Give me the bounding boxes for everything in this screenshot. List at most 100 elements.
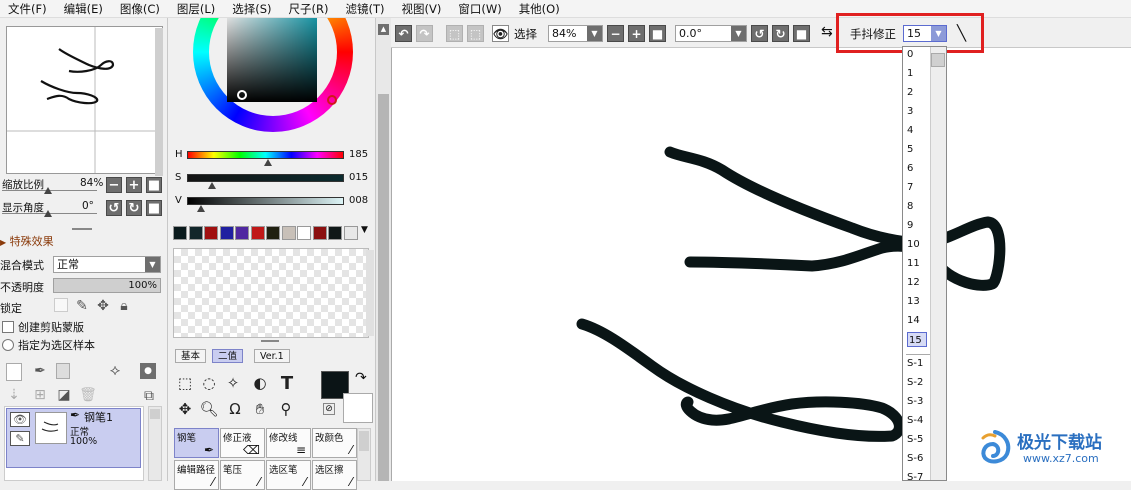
menu-edit[interactable]: 编辑(E) [56,0,112,18]
eye-icon[interactable]: 👁︎ [10,412,30,427]
layer-item-pen1[interactable]: 👁︎ ✎ ✒ 钢笔1 正常 100% [6,408,141,468]
color-swatch[interactable] [312,226,327,240]
stabilizer-list-scroll-thumb[interactable] [931,53,945,67]
color-swatch[interactable] [235,226,249,240]
stabilizer-option[interactable]: 13 [907,294,927,309]
color-swatch[interactable] [266,226,280,240]
zoom-out-button[interactable]: − [106,177,122,193]
transparent-color-icon[interactable]: ⊘ [323,403,335,415]
toolbar-rotate-reset-button[interactable]: ■ [793,25,810,42]
stabilizer-option[interactable]: S-5 [907,432,927,447]
stabilizer-option[interactable]: 12 [907,275,927,290]
color-swatch[interactable] [219,226,234,240]
stabilizer-option[interactable]: S-7 [907,470,927,485]
hand-tool-icon[interactable]: ✋︎ [249,398,271,420]
menu-image[interactable]: 图像(C) [112,0,169,18]
clear-layer-icon[interactable]: ◪ [56,387,72,403]
rotate-right-button[interactable]: ↻ [126,200,142,216]
delete-layer-icon[interactable]: 🗑︎ [79,387,97,403]
brush-scroll-thumb[interactable] [359,431,369,451]
color-swatch[interactable] [204,226,218,240]
deselect-button[interactable]: ⬚ [446,25,463,42]
brush-item[interactable]: 选区笔 ⁄ [266,460,311,490]
text-tool-icon[interactable]: T [276,372,298,394]
new-pen-layer-icon[interactable]: ✒ [32,362,48,380]
color-swatch[interactable] [281,226,296,240]
panel-splitter[interactable] [72,228,92,230]
stabilizer-option[interactable]: 4 [907,123,927,138]
stabilizer-option[interactable]: 10 [907,237,927,252]
panel-splitter[interactable] [261,340,279,342]
lock-all-icon[interactable]: 🔒︎ [116,298,132,314]
stabilizer-option[interactable]: 3 [907,104,927,119]
stabilizer-dropdown-list[interactable]: 0 1 2 3 4 5 6 7 8 9 10 11 12 13 14 15 S-1 S-2 S-3 S-4 S-5 S-6… [902,46,947,483]
lock-transparency-icon[interactable] [54,298,68,312]
brush-item[interactable]: 编辑路径 ⁄ [174,460,219,490]
menu-ruler[interactable]: 尺子(R) [281,0,338,18]
sv-cursor[interactable] [237,90,247,100]
redo-button[interactable]: ↷ [416,25,433,42]
zoom-tool-icon[interactable]: 🔍︎ [198,398,220,420]
menu-select[interactable]: 选择(S) [224,0,280,18]
stabilizer-option[interactable]: 8 [907,199,927,214]
color-swatch[interactable] [188,226,203,240]
lasso-icon[interactable]: ◌ [198,372,220,394]
menu-file[interactable]: 文件(F) [0,0,56,18]
effects-title[interactable]: 特殊效果 [10,235,54,248]
zoom-slider-handle[interactable] [44,187,52,194]
tab-binary[interactable]: 二值 [212,349,244,363]
stabilizer-option[interactable]: S-1 [907,356,927,371]
brush-item[interactable]: 钢笔 ✒ [174,428,219,458]
move-icon[interactable]: ✥ [174,398,196,420]
stabilizer-option[interactable]: 9 [907,218,927,233]
stabilizer-option[interactable]: S-3 [907,394,927,409]
rotate-select[interactable]: 0.0° ▼ [675,25,747,42]
brush-item[interactable]: 改颜色 ⁄ [312,428,357,458]
flip-horizontal-icon[interactable]: ⇆ [821,24,833,40]
magic-wand-icon[interactable]: ✧ [222,372,244,394]
rotate-left-button[interactable]: ↺ [106,200,122,216]
merge-down-icon[interactable]: ⊞ [32,387,48,403]
chevron-up-icon[interactable]: ▲ [378,24,389,35]
scratch-pad-scrollbar[interactable] [366,250,374,336]
shape-fill-icon[interactable]: ◐ [249,372,271,394]
scratch-pad[interactable] [173,248,369,338]
undo-button[interactable]: ↶ [395,25,412,42]
toolbar-zoom-out-button[interactable]: − [607,25,624,42]
canvas[interactable] [391,48,1131,481]
stabilizer-option[interactable]: S-6 [907,451,927,466]
menu-other[interactable]: 其他(O) [511,0,569,18]
expand-arrow-icon[interactable]: ▶ [0,238,6,247]
new-layer-icon[interactable] [6,363,22,381]
swap-colors-icon[interactable]: ↷ [355,370,367,386]
color-swatch[interactable] [297,226,311,240]
rect-select-icon[interactable]: ⬚ [174,372,196,394]
toolbar-zoom-reset-button[interactable]: ■ [649,25,666,42]
stabilizer-option[interactable]: 0 [907,47,927,62]
menu-view[interactable]: 视图(V) [394,0,451,18]
zoom-in-button[interactable]: + [126,177,142,193]
stabilizer-list-scrollbar[interactable] [930,47,946,480]
stabilizer-option[interactable]: 5 [907,142,927,157]
zoom-reset-button[interactable]: ■ [146,177,162,193]
stabilizer-option[interactable]: 14 [907,313,927,328]
color-swatch[interactable] [328,226,342,240]
rotate-tool-icon[interactable]: Ω [224,398,246,420]
brush-item[interactable]: 笔压 ⁄ [220,460,265,490]
color-swatch[interactable] [343,226,358,240]
pencil-icon[interactable]: ✎ [10,431,30,446]
transfer-down-icon[interactable]: ⇣ [6,387,22,403]
tab-basic[interactable]: 基本 [175,349,207,363]
rotate-reset-button[interactable]: ■ [146,200,162,216]
stabilizer-option[interactable]: S-4 [907,413,927,428]
angle-slider-handle[interactable] [44,210,52,217]
hue-slider-handle[interactable] [264,159,272,166]
toolbar-rotate-left-button[interactable]: ↺ [751,25,768,42]
toolbar-rotate-right-button[interactable]: ↻ [772,25,789,42]
saturation-slider-handle[interactable] [208,182,216,189]
selection-sample-checkbox[interactable] [2,339,14,351]
layer-transform-icon[interactable]: ⟡ [104,360,126,380]
brush-item[interactable]: 修改线 ≡ [266,428,311,458]
lock-move-icon[interactable]: ✥ [95,298,111,314]
invert-select-button[interactable]: ⬚ [467,25,484,42]
